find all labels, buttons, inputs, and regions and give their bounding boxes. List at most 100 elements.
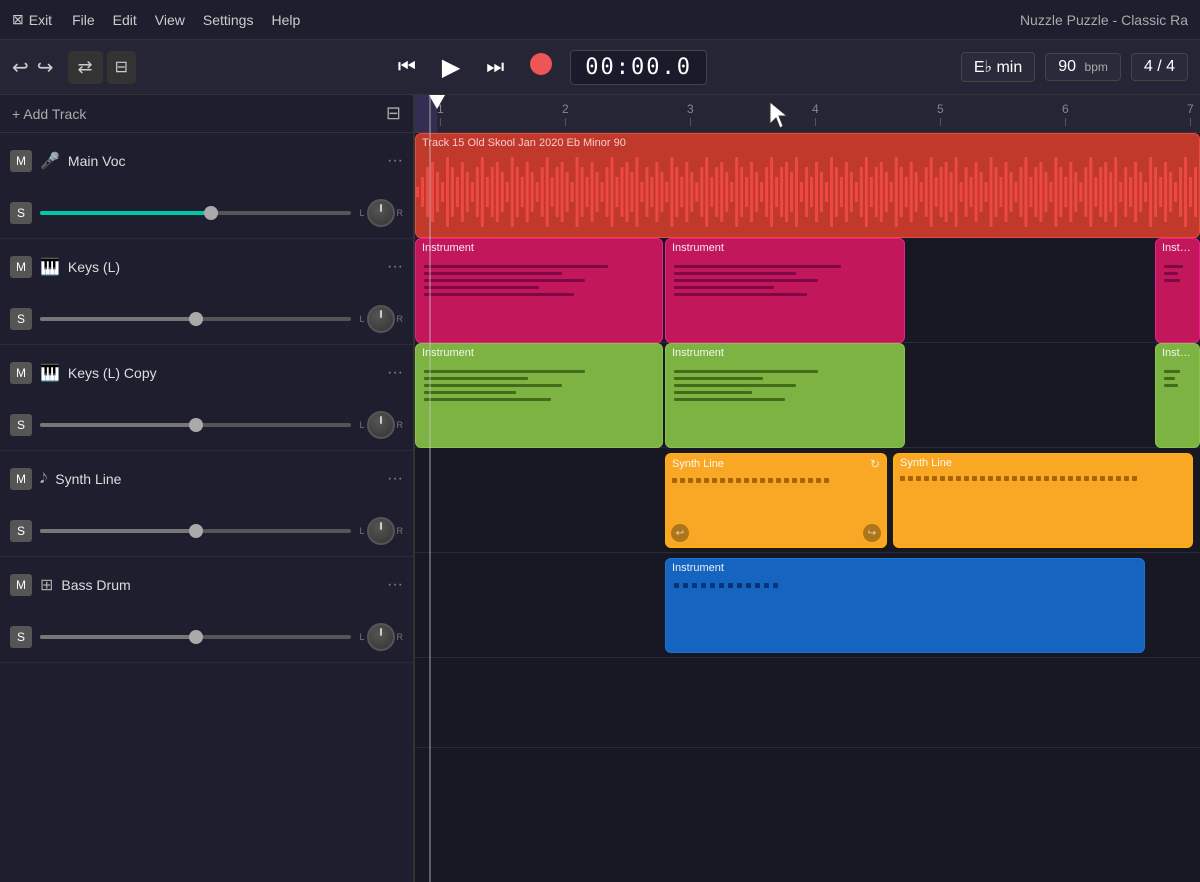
fader-area-keys-l[interactable]	[40, 317, 351, 321]
clip-pink-2[interactable]: Instrument	[665, 238, 905, 343]
fader-area-bass-drum[interactable]	[40, 635, 351, 639]
fader-main-voc[interactable]	[40, 211, 351, 215]
track-header-keys-l: M 🎹 Keys (L) ···	[0, 239, 413, 294]
clip-dots-orange-1	[666, 474, 886, 487]
arrange-row-bass-drum: Instrument	[415, 553, 1200, 658]
fader-area-main-voc[interactable]	[40, 211, 351, 215]
fader-area-synth-line[interactable]	[40, 529, 351, 533]
track-name-keys-l-copy: Keys (L) Copy	[68, 365, 379, 381]
playhead-marker	[429, 95, 445, 109]
clip-green-3[interactable]: Instrument	[1155, 343, 1200, 448]
solo-button-bass-drum[interactable]: S	[10, 626, 32, 648]
track-header-synth-line: M 𝅘𝅥𝅮 Synth Line ···	[0, 451, 413, 506]
clip-pink-3[interactable]: Instrument	[1155, 238, 1200, 343]
solo-button-main-voc[interactable]: S	[10, 202, 32, 224]
clip-pink-1[interactable]: Instrument	[415, 238, 663, 343]
fader-thumb-synth-line[interactable]	[189, 524, 203, 538]
clip-green-1[interactable]: Instrument	[415, 343, 663, 448]
track-name-bass-drum: Bass Drum	[61, 577, 379, 593]
redo-button[interactable]: ↪	[37, 55, 54, 80]
pan-knob-keys-l[interactable]	[367, 305, 395, 333]
cursor-indicator	[765, 100, 795, 135]
arrange-row-keys-l: Instrument Instrument	[415, 238, 1200, 343]
main-area: + Add Track ⊟ M 🎤 Main Voc ··· S	[0, 95, 1200, 882]
fader-thumb-keys-l[interactable]	[189, 312, 203, 326]
pan-knob-keys-l-copy[interactable]	[367, 411, 395, 439]
time-display: 00:00.0	[570, 50, 707, 85]
menu-view[interactable]: View	[155, 12, 185, 28]
key-display[interactable]: E♭ min	[961, 52, 1035, 82]
skip-back-button[interactable]: ⏮	[390, 52, 424, 83]
undo-redo-group: ↩ ↪	[12, 55, 54, 80]
fader-thumb-keys-l-copy[interactable]	[189, 418, 203, 432]
clip-midi-green-2	[666, 362, 904, 409]
marker-button[interactable]: ⊟	[107, 51, 136, 84]
menu-settings[interactable]: Settings	[203, 12, 254, 28]
track-item-main-voc: M 🎤 Main Voc ··· S L R	[0, 133, 413, 239]
clip-midi-pink-1	[416, 257, 662, 304]
mute-button-bass-drum[interactable]: M	[10, 574, 32, 596]
clip-audio-main-voc[interactable]: Track 15 Old Skool Jan 2020 Eb Minor 90	[415, 133, 1200, 238]
solo-button-keys-l[interactable]: S	[10, 308, 32, 330]
track-header-keys-l-copy: M 🎹 Keys (L) Copy ···	[0, 345, 413, 400]
clip-blue-1[interactable]: Instrument	[665, 558, 1145, 653]
arrange-area: 1 2 3 4 5 6 7	[415, 95, 1200, 882]
loop-button[interactable]: ⇄	[68, 51, 103, 84]
mute-button-synth-line[interactable]: M	[10, 468, 32, 490]
ruler-mark-3: 3	[687, 102, 694, 126]
clip-orange-2[interactable]: Synth Line	[893, 453, 1193, 548]
track-menu-keys-l-copy[interactable]: ···	[387, 364, 403, 382]
track-menu-bass-drum[interactable]: ···	[387, 576, 403, 594]
clip-label-audio: Track 15 Old Skool Jan 2020 Eb Minor 90	[416, 134, 1199, 152]
fader-fill-synth-line	[40, 529, 196, 533]
knob-area-bass-drum: L R	[359, 623, 403, 651]
clip-dots-blue-1	[666, 577, 1144, 594]
track-list-header: + Add Track ⊟	[0, 95, 413, 133]
clip-orange-1-header: Synth Line ↻	[666, 454, 886, 474]
clip-midi-pink-2	[666, 257, 904, 304]
add-track-button[interactable]: + Add Track	[12, 106, 86, 122]
fader-keys-l[interactable]	[40, 317, 351, 321]
fader-bass-drum[interactable]	[40, 635, 351, 639]
mute-button-main-voc[interactable]: M	[10, 150, 32, 172]
skip-forward-button[interactable]: ⏭	[478, 52, 512, 83]
clip-label-orange-1: Synth Line	[672, 458, 724, 470]
ruler-mark-5: 5	[937, 102, 944, 126]
track-header-main-voc: M 🎤 Main Voc ···	[0, 133, 413, 188]
fader-keys-l-copy[interactable]	[40, 423, 351, 427]
fader-synth-line[interactable]	[40, 529, 351, 533]
knob-area-keys-l-copy: L R	[359, 411, 403, 439]
track-list: + Add Track ⊟ M 🎤 Main Voc ··· S	[0, 95, 415, 882]
fader-thumb-main-voc[interactable]	[204, 206, 218, 220]
track-menu-synth-line[interactable]: ···	[387, 470, 403, 488]
loop-buttons: ⇄ ⊟	[68, 51, 137, 84]
menu-help[interactable]: Help	[271, 12, 300, 28]
menu-items: File Edit View Settings Help	[72, 12, 300, 28]
solo-button-synth-line[interactable]: S	[10, 520, 32, 542]
fader-area-keys-l-copy[interactable]	[40, 423, 351, 427]
arrange-row-empty	[415, 658, 1200, 748]
track-name-synth-line: Synth Line	[55, 471, 379, 487]
mute-button-keys-l[interactable]: M	[10, 256, 32, 278]
track-menu-keys-l[interactable]: ···	[387, 258, 403, 276]
play-button[interactable]: ▶	[434, 49, 468, 86]
clip-orange-1[interactable]: Synth Line ↻	[665, 453, 887, 548]
pan-knob-bass-drum[interactable]	[367, 623, 395, 651]
timeline-ruler: 1 2 3 4 5 6 7	[415, 95, 1200, 133]
menu-edit[interactable]: Edit	[113, 12, 137, 28]
pan-knob-main-voc[interactable]	[367, 199, 395, 227]
menu-file[interactable]: File	[72, 12, 95, 28]
clip-green-2[interactable]: Instrument	[665, 343, 905, 448]
record-button[interactable]	[522, 49, 560, 85]
exit-button[interactable]: ⊠ Exit	[12, 11, 52, 28]
knob-area-main-voc: L R	[359, 199, 403, 227]
pan-knob-synth-line[interactable]	[367, 517, 395, 545]
mute-button-keys-l-copy[interactable]: M	[10, 362, 32, 384]
track-menu-main-voc[interactable]: ···	[387, 152, 403, 170]
time-signature[interactable]: 4 / 4	[1131, 53, 1188, 81]
collapse-button[interactable]: ⊟	[386, 103, 401, 124]
solo-button-keys-l-copy[interactable]: S	[10, 414, 32, 436]
bpm-value: 90	[1058, 58, 1076, 75]
fader-thumb-bass-drum[interactable]	[189, 630, 203, 644]
undo-button[interactable]: ↩	[12, 55, 29, 80]
